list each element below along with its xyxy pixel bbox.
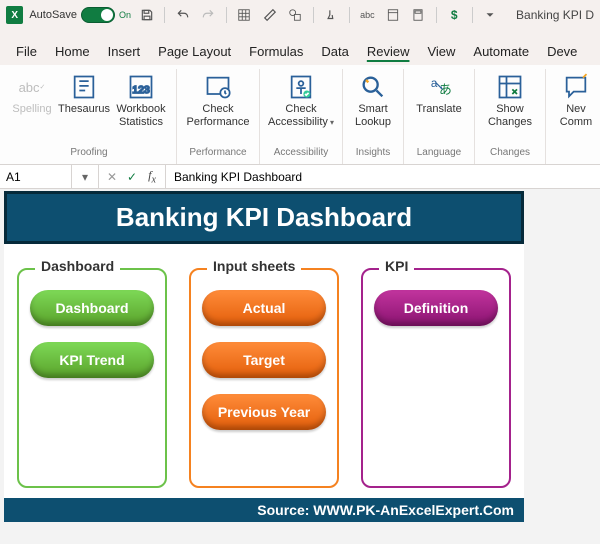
- tab-home[interactable]: Home: [53, 40, 92, 65]
- shapes-icon[interactable]: [285, 5, 304, 25]
- ribbon-group-changes: Show Changes Changes: [475, 69, 546, 164]
- grid-icon[interactable]: [235, 5, 254, 25]
- actual-nav-button[interactable]: Actual: [202, 290, 326, 326]
- ribbon-group-insights: Smart Lookup Insights: [343, 69, 404, 164]
- autosave-toggle[interactable]: AutoSave On: [29, 7, 131, 23]
- definition-nav-button[interactable]: Definition: [374, 290, 498, 326]
- check-accessibility-button[interactable]: Check Accessibility▾: [266, 71, 336, 130]
- kpi-trend-nav-button[interactable]: KPI Trend: [30, 342, 154, 378]
- ribbon-group-language: aあ Translate Language: [404, 69, 475, 164]
- smart-lookup-button[interactable]: Smart Lookup: [349, 71, 397, 130]
- previous-year-nav-button[interactable]: Previous Year: [202, 394, 326, 430]
- new-comment-button[interactable]: Nev Comm: [552, 71, 600, 130]
- workbook-stats-icon: 123: [127, 73, 155, 101]
- autosave-state: On: [119, 10, 131, 20]
- tab-data[interactable]: Data: [319, 40, 350, 65]
- ribbon-group-comments: Nev Comm: [546, 69, 600, 164]
- thesaurus-button[interactable]: Thesaurus: [60, 71, 108, 118]
- ribbon-group-performance: Check Performance Performance: [177, 69, 260, 164]
- group-label-proofing: Proofing: [70, 145, 107, 162]
- redo-icon[interactable]: [199, 5, 218, 25]
- dashboard-nav-button[interactable]: Dashboard: [30, 290, 154, 326]
- tab-view[interactable]: View: [425, 40, 457, 65]
- cancel-formula-icon[interactable]: ✕: [103, 168, 121, 186]
- group-label-accessibility: Accessibility: [274, 145, 328, 162]
- ribbon-group-accessibility: Check Accessibility▾ Accessibility: [260, 69, 343, 164]
- svg-text:123: 123: [132, 84, 150, 96]
- tab-formulas[interactable]: Formulas: [247, 40, 305, 65]
- spelling-button[interactable]: abc✓ Spelling: [8, 71, 56, 118]
- smart-lookup-icon: [359, 73, 387, 101]
- tab-page-layout[interactable]: Page Layout: [156, 40, 233, 65]
- save-icon[interactable]: [137, 5, 156, 25]
- group-label-language: Language: [417, 145, 462, 162]
- accessibility-icon: [287, 73, 315, 101]
- name-box[interactable]: [0, 165, 72, 188]
- col-heading-input: Input sheets: [207, 258, 301, 274]
- fx-icon[interactable]: fx: [143, 168, 161, 186]
- kpi-column: KPI Definition: [361, 268, 511, 488]
- target-nav-button[interactable]: Target: [202, 342, 326, 378]
- check-performance-button[interactable]: Check Performance: [183, 71, 253, 130]
- performance-icon: [204, 73, 232, 101]
- currency-icon[interactable]: $: [445, 5, 464, 25]
- worksheet-area[interactable]: Banking KPI Dashboard Dashboard Dashboar…: [0, 189, 600, 544]
- translate-icon: aあ: [425, 73, 453, 101]
- dashboard-footer: Source: WWW.PK-AnExcelExpert.Com: [4, 498, 524, 522]
- input-sheets-column: Input sheets Actual Target Previous Year: [189, 268, 339, 488]
- qat-overflow-icon[interactable]: [481, 5, 500, 25]
- edit-icon[interactable]: [260, 5, 279, 25]
- autosave-label: AutoSave: [29, 9, 77, 21]
- tab-automate[interactable]: Automate: [471, 40, 531, 65]
- chevron-down-icon: ▾: [330, 118, 334, 127]
- touch-icon[interactable]: [322, 5, 341, 25]
- ribbon: abc✓ Spelling Thesaurus 123 Workbook Sta…: [0, 65, 600, 165]
- group-label-changes: Changes: [490, 145, 530, 162]
- svg-text:あ: あ: [439, 82, 452, 97]
- abc-icon[interactable]: abc: [358, 5, 377, 25]
- show-changes-icon: [496, 73, 524, 101]
- tab-developer[interactable]: Deve: [545, 40, 579, 65]
- col-heading-dashboard: Dashboard: [35, 258, 120, 274]
- show-changes-button[interactable]: Show Changes: [481, 71, 539, 130]
- col-heading-kpi: KPI: [379, 258, 414, 274]
- sheet-icon[interactable]: [383, 5, 402, 25]
- undo-icon[interactable]: [173, 5, 192, 25]
- calc-icon[interactable]: [408, 5, 427, 25]
- tab-insert[interactable]: Insert: [106, 40, 143, 65]
- ribbon-tabs: File Home Insert Page Layout Formulas Da…: [0, 30, 600, 65]
- excel-logo-icon: X: [6, 6, 23, 24]
- name-box-dropdown-icon[interactable]: ▾: [76, 168, 94, 186]
- thesaurus-icon: [70, 73, 98, 101]
- tab-file[interactable]: File: [14, 40, 39, 65]
- title-bar: X AutoSave On abc $ Banking KPI D: [0, 0, 600, 30]
- ribbon-group-proofing: abc✓ Spelling Thesaurus 123 Workbook Sta…: [2, 69, 177, 164]
- dashboard-column: Dashboard Dashboard KPI Trend: [17, 268, 167, 488]
- toggle-switch-icon[interactable]: [81, 7, 115, 23]
- dashboard-title: Banking KPI Dashboard: [4, 191, 524, 244]
- formula-input[interactable]: [166, 165, 600, 188]
- workbook-stats-button[interactable]: 123 Workbook Statistics: [112, 71, 170, 130]
- document-title: Banking KPI D: [516, 8, 594, 22]
- formula-bar: ▾ ✕ ✓ fx: [0, 165, 600, 189]
- spelling-icon: abc✓: [18, 73, 46, 101]
- enter-formula-icon[interactable]: ✓: [123, 168, 141, 186]
- translate-button[interactable]: aあ Translate: [410, 71, 468, 118]
- tab-review[interactable]: Review: [365, 40, 412, 65]
- group-label-insights: Insights: [356, 145, 390, 162]
- new-comment-icon: [562, 73, 590, 101]
- dashboard-card: Banking KPI Dashboard Dashboard Dashboar…: [4, 191, 524, 522]
- group-label-performance: Performance: [189, 145, 246, 162]
